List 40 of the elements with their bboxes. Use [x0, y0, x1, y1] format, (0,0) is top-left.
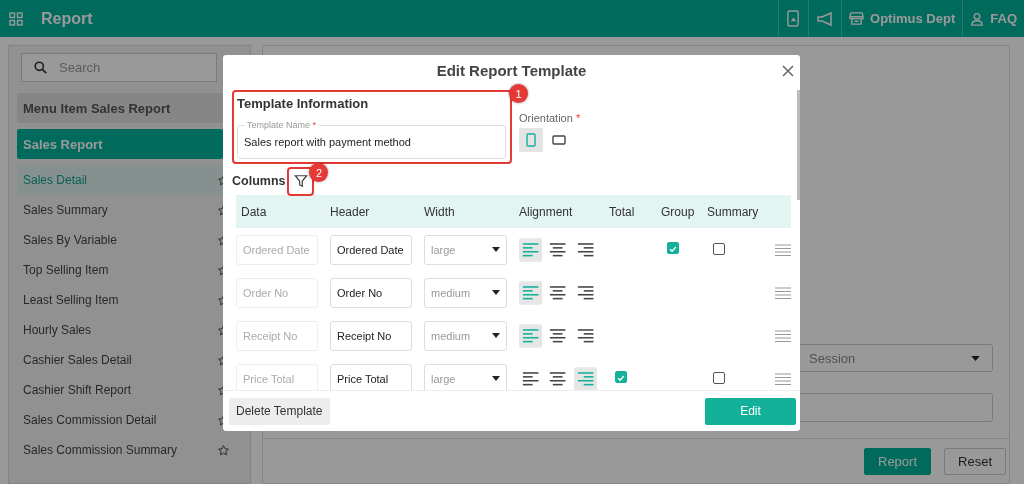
header-field[interactable]: Receipt No: [330, 320, 412, 351]
callout-badge: 2: [309, 163, 329, 182]
column-header: Data: [240, 204, 268, 219]
sidebar-item[interactable]: Hourly Sales: [23, 323, 92, 337]
reset-button[interactable]: Reset: [944, 447, 1006, 475]
data-field: Receipt No: [236, 320, 318, 351]
page-title: Report: [41, 9, 93, 28]
data-field: Ordered Date: [236, 234, 318, 265]
column-header: Header: [330, 204, 371, 219]
sidebar-item[interactable]: Sales By Variable: [23, 233, 117, 247]
width-select[interactable]: large: [424, 234, 507, 265]
orientation-label: Orientation *: [519, 112, 581, 124]
sidebar-item[interactable]: Sales Commission Summary: [23, 443, 178, 457]
sidebar-item[interactable]: Cashier Shift Report: [23, 383, 132, 397]
modal-title: Edit Report Template: [436, 61, 587, 79]
sidebar-item[interactable]: Sales Summary: [23, 203, 108, 217]
column-header: Width: [424, 204, 456, 219]
column-header: Alignment: [519, 204, 574, 219]
sidebar-item[interactable]: Sales Commission Detail: [23, 413, 157, 427]
edit-button[interactable]: Edit: [705, 397, 796, 425]
column-header: Group: [661, 204, 695, 219]
width-select[interactable]: medium: [424, 320, 507, 351]
column-header: Summary: [707, 204, 760, 219]
report-group[interactable]: Menu Item Sales Report: [17, 93, 223, 123]
search-field[interactable]: Search: [21, 53, 217, 82]
section-heading: Columns: [232, 174, 286, 188]
width-select[interactable]: medium: [424, 277, 507, 308]
sidebar-item[interactable]: Cashier Sales Detail: [23, 353, 132, 367]
header-field[interactable]: Order No: [330, 277, 412, 308]
data-field: Order No: [236, 277, 318, 308]
data-field: Price Total: [236, 363, 318, 390]
section-heading: Template Information: [237, 96, 370, 111]
callout-badge: 1: [509, 84, 528, 103]
header-field[interactable]: Ordered Date: [330, 234, 412, 265]
column-header: Total: [609, 204, 636, 219]
sidebar-item[interactable]: Least Selling Item: [23, 293, 119, 307]
width-select[interactable]: large: [424, 363, 507, 390]
header-field[interactable]: Price Total: [330, 363, 412, 390]
delete-template-button[interactable]: Delete Template: [229, 397, 330, 425]
sidebar-item[interactable]: Top Selling Item: [23, 263, 109, 277]
